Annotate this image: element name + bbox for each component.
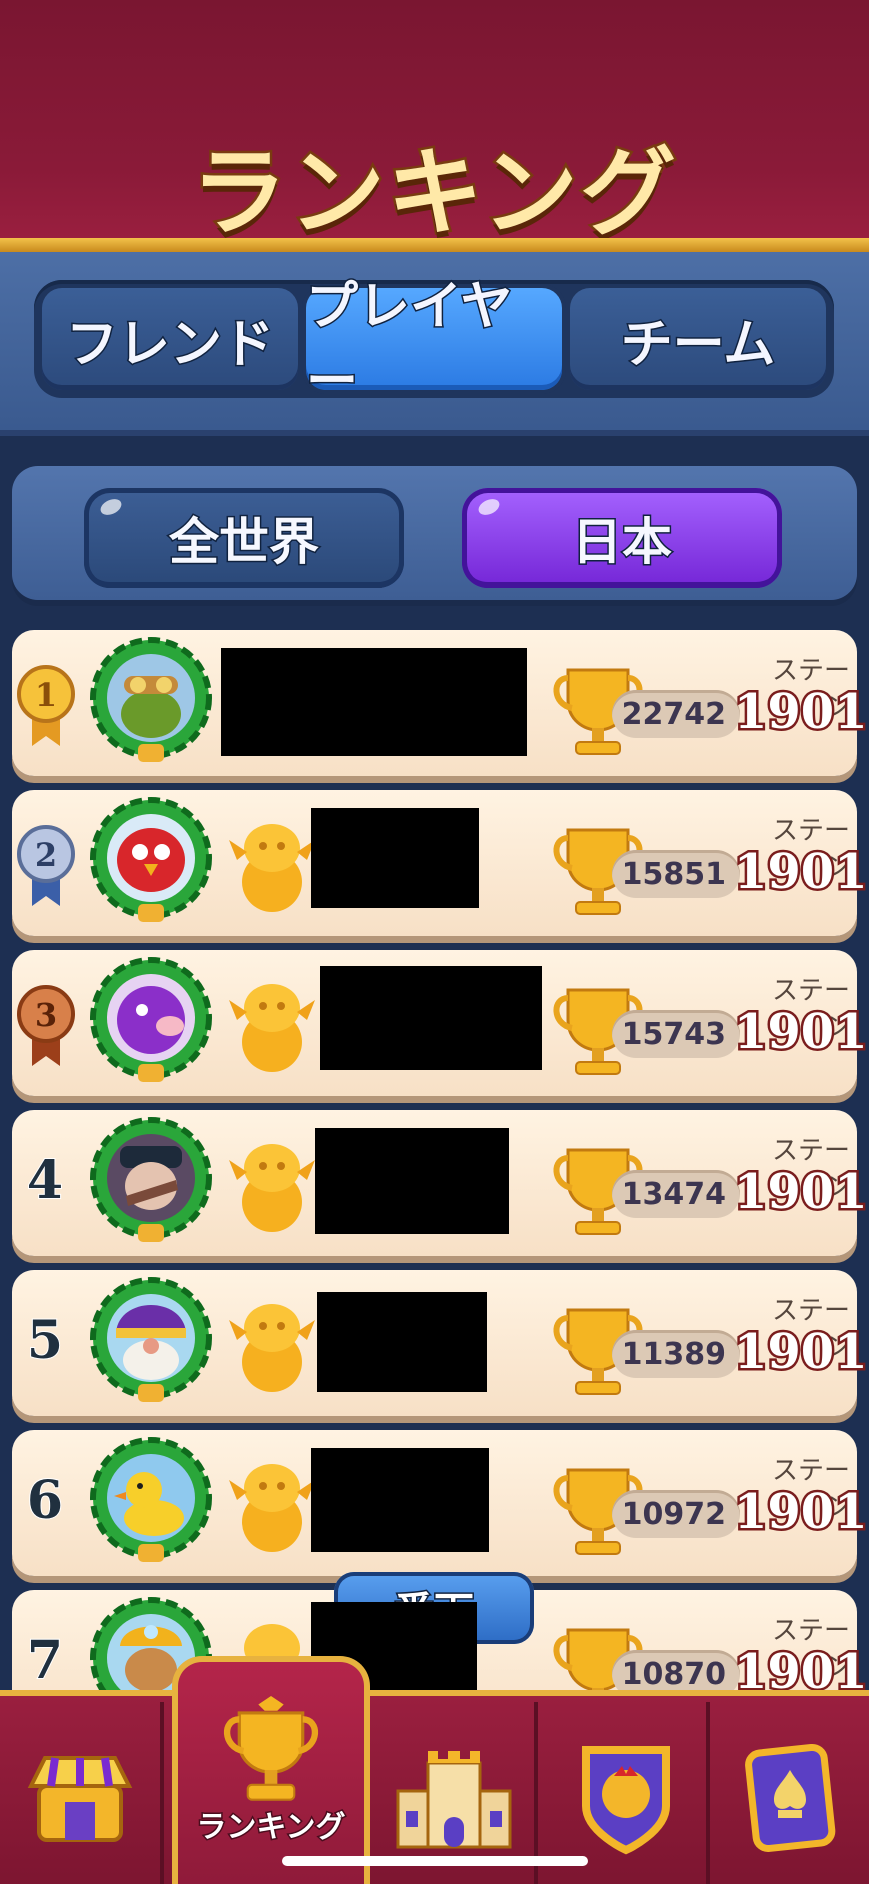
- redacted-player-name: [311, 1448, 489, 1552]
- ranking-row[interactable]: 6 10972 ステージ 1901: [12, 1430, 869, 1576]
- bronze-medal-icon: 3: [17, 985, 75, 1066]
- trophy-score: 10972: [612, 1490, 740, 1538]
- golden-dragon-badge-icon: [229, 1464, 315, 1552]
- ranking-row[interactable]: 4 13474 ステージ 1901: [12, 1110, 869, 1256]
- gnome-avatar: [90, 1277, 212, 1402]
- shop-icon: [27, 1756, 133, 1842]
- tab-bar: フレンド プレイヤー チーム: [0, 252, 869, 436]
- page-title: ランキング: [188, 135, 679, 252]
- tab-teams[interactable]: チーム: [570, 288, 826, 390]
- red-bird-avatar: [90, 797, 212, 922]
- tab-players[interactable]: プレイヤー: [305, 276, 562, 414]
- rank-number: 3: [35, 996, 57, 1034]
- stage-number: 1901: [732, 1002, 869, 1063]
- redacted-player-name: [315, 1128, 509, 1234]
- rank-number: 2: [35, 836, 57, 874]
- portrait-avatar: [90, 1117, 212, 1242]
- ranking-row[interactable]: 3 15743 ステージ 1901: [12, 950, 869, 1096]
- stage-number: 1901: [732, 1322, 869, 1383]
- redacted-player-name: [317, 1292, 487, 1392]
- header-divider: [0, 238, 869, 252]
- trophy-score: 11389: [612, 1330, 740, 1378]
- header: ランキング: [0, 0, 869, 252]
- nav-ranking[interactable]: ランキング: [172, 1656, 370, 1884]
- ranking-row[interactable]: 2 15851 ステージ 1901: [12, 790, 869, 936]
- stage-number: 1901: [732, 1482, 869, 1543]
- castle-icon: [396, 1751, 512, 1849]
- golden-dragon-badge-icon: [229, 1144, 315, 1232]
- japan-button[interactable]: 日本: [462, 488, 782, 588]
- purple-pig-avatar: [90, 957, 212, 1082]
- trophy-score: 15743: [612, 1010, 740, 1058]
- region-selector: 全世界 日本: [12, 466, 857, 600]
- golden-dragon-badge-icon: [229, 1304, 315, 1392]
- trophy-icon: [223, 1696, 319, 1801]
- world-button-label: 全世界: [168, 512, 321, 573]
- rank-number: 6: [26, 1469, 64, 1532]
- tab-group: フレンド プレイヤー チーム: [34, 276, 834, 414]
- shine-decoration: [476, 496, 502, 518]
- redacted-player-name: [311, 808, 479, 908]
- redacted-player-name: [320, 966, 542, 1070]
- redacted-player-name: [221, 648, 527, 756]
- nav-shop[interactable]: [0, 1702, 164, 1884]
- shine-decoration: [98, 496, 124, 518]
- bottom-nav: ランキング: [0, 1656, 869, 1884]
- card-icon: [745, 1743, 836, 1853]
- japan-button-label: 日本: [571, 512, 674, 573]
- ranking-list[interactable]: 1 22742 ステージ 1901 2 15851 ステージ 1901 3 15…: [0, 630, 869, 1736]
- nav-ranking-label: ランキング: [195, 1809, 347, 1847]
- stage-number: 1901: [732, 1162, 869, 1223]
- silver-medal-icon: 2: [17, 825, 75, 906]
- world-button[interactable]: 全世界: [84, 488, 404, 588]
- gold-medal-icon: 1: [17, 665, 75, 746]
- trophy-score: 22742: [612, 690, 740, 738]
- golden-dragon-badge-icon: [229, 824, 315, 912]
- home-indicator: [282, 1856, 588, 1866]
- rank-number: 1: [35, 676, 57, 714]
- trophy-score: 13474: [612, 1170, 740, 1218]
- tab-friends[interactable]: フレンド: [42, 288, 298, 390]
- rank-number: 4: [26, 1149, 64, 1212]
- goggles-frog-avatar: [90, 637, 212, 762]
- rank-number: 7: [26, 1629, 64, 1692]
- ranking-row[interactable]: 1 22742 ステージ 1901: [12, 630, 869, 776]
- nav-collection[interactable]: [710, 1702, 869, 1884]
- golden-dragon-badge-icon: [229, 984, 315, 1072]
- ranking-screen: ランキング フレンド プレイヤー チーム 全世界 日本 1 22742 ステージ…: [0, 0, 869, 1884]
- duck-avatar: [90, 1437, 212, 1562]
- stage-number: 1901: [732, 682, 869, 743]
- team-shield-icon: [582, 1746, 670, 1855]
- rank-number: 5: [26, 1309, 64, 1372]
- trophy-score: 15851: [612, 850, 740, 898]
- ranking-row[interactable]: 5 11389 ステージ 1901: [12, 1270, 869, 1416]
- stage-number: 1901: [732, 842, 869, 903]
